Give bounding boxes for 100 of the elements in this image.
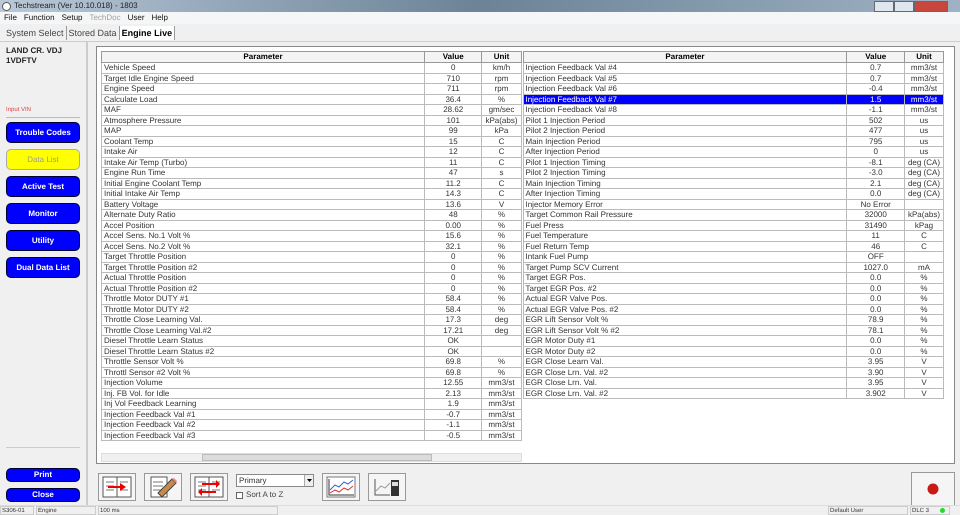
column-header[interactable]: Parameter [523,52,847,62]
table-row[interactable]: Vehicle Speed 0 km/h [102,62,521,73]
table-row[interactable]: Intank Fuel Pump OFF [523,252,944,262]
horizontal-scrollbar[interactable] [101,453,522,462]
column-header[interactable]: Unit [904,52,944,62]
table-row[interactable]: Injection Volume 12.55 mm3/st [102,378,521,388]
sidebar-button[interactable]: Print [6,468,80,482]
sidebar-button[interactable]: Active Test [6,176,80,197]
sidebar-button[interactable]: Monitor [6,203,80,224]
table-row[interactable]: Actual EGR Valve Pos. #2 0.0 % [523,304,944,314]
table-row[interactable]: Fuel Press 31490 kPag [523,220,944,230]
edit-list-button[interactable] [144,473,182,501]
swap-items-button[interactable] [190,473,228,501]
menu-item[interactable]: File [4,12,17,24]
table-row[interactable]: Intake Air Temp (Turbo) 11 C [102,157,521,168]
table-row[interactable]: Injection Feedback Val #1 -0.7 mm3/st [102,409,521,420]
table-row[interactable]: EGR Close Lrn. Val. 3.95 V [523,378,944,388]
menu-item[interactable]: Function [24,12,55,24]
table-row[interactable]: Initial Engine Coolant Temp 11.2 C [102,178,521,188]
table-row[interactable]: Engine Speed 711 rpm [102,84,521,94]
move-item-button[interactable] [98,473,136,501]
table-row[interactable]: Throttl Sensor #2 Volt % 69.8 % [102,367,521,378]
table-row[interactable]: Initial Intake Air Temp 14.3 C [102,188,521,199]
table-row[interactable]: Target Idle Engine Speed 710 rpm [102,73,521,84]
sidebar-button[interactable]: Trouble Codes [6,122,80,143]
close-icon[interactable] [914,0,948,12]
table-row[interactable]: Injection Feedback Val #3 -0.5 mm3/st [102,430,521,440]
table-row[interactable]: Target EGR Pos. #2 0.0 % [523,283,944,294]
table-row[interactable]: EGR Close Learn Val. 3.95 V [523,356,944,367]
table-row[interactable]: EGR Lift Sensor Volt % 78.9 % [523,314,944,325]
table-row[interactable]: Throttle Sensor Volt % 69.8 % [102,356,521,367]
record-button[interactable] [911,472,955,506]
tab[interactable]: Engine Live [120,26,176,40]
table-row[interactable]: Target Throttle Position #2 0 % [102,262,521,272]
table-row[interactable]: Throttle Motor DUTY #2 58.4 % [102,304,521,314]
table-row[interactable]: Accel Sens. No.2 Volt % 32.1 % [102,241,521,252]
fuel-graph-button[interactable] [368,473,406,501]
sidebar-button[interactable]: Close [6,488,80,502]
table-row[interactable]: Engine Run Time 47 s [102,168,521,178]
sidebar-button[interactable]: Utility [6,230,80,251]
maximize-icon[interactable] [894,0,914,12]
table-row[interactable]: Atmosphere Pressure 101 kPa(abs) [102,115,521,126]
table-row[interactable]: Diesel Throttle Learn Status #2 OK [102,346,521,356]
sidebar-button[interactable]: Dual Data List [6,257,80,278]
table-row[interactable]: Pilot 2 Injection Timing -3.0 deg (CA) [523,168,944,178]
table-row[interactable]: Accel Position 0.00 % [102,220,521,230]
table-row[interactable]: Injection Feedback Val #6 -0.4 mm3/st [523,84,944,94]
table-row[interactable]: Alternate Duty Ratio 48 % [102,210,521,220]
table-row[interactable]: EGR Close Lrn. Val. #2 3.902 V [523,388,944,398]
table-row[interactable]: Throttle Close Learning Val.#2 17.21 deg [102,325,521,336]
column-header[interactable]: Value [424,52,482,62]
table-row[interactable]: Diesel Throttle Learn Status OK [102,336,521,346]
tab[interactable]: System Select [4,26,67,40]
table-row[interactable]: MAF 28.62 gm/sec [102,104,521,115]
table-row[interactable]: EGR Lift Sensor Volt % #2 78.1 % [523,325,944,336]
table-row[interactable]: Target Throttle Position 0 % [102,252,521,262]
menu-item[interactable]: User [128,12,144,24]
menu-item[interactable]: Help [152,12,168,24]
table-row[interactable]: EGR Motor Duty #1 0.0 % [523,336,944,346]
table-row[interactable]: After Injection Timing 0.0 deg (CA) [523,188,944,199]
caret-icon[interactable] [304,475,313,486]
table-row[interactable]: Main Injection Timing 2.1 deg (CA) [523,178,944,188]
table-row[interactable]: After Injection Period 0 us [523,146,944,157]
table-row[interactable]: Target Pump SCV Current 1027.0 mA [523,262,944,272]
table-row[interactable]: Calculate Load 36.4 % [102,94,521,104]
table-row[interactable]: Coolant Temp 15 C [102,136,521,146]
menu-item[interactable]: Setup [62,12,82,24]
graph-button[interactable] [322,473,360,501]
table-row[interactable]: Injector Memory Error No Error [523,199,944,210]
table-row[interactable]: Fuel Return Temp 46 C [523,241,944,252]
column-header[interactable]: Unit [482,52,521,62]
table-row[interactable]: EGR Close Lrn. Val. #2 3.90 V [523,367,944,378]
table-row[interactable]: Injection Feedback Val #4 0.7 mm3/st [523,62,944,73]
table-row[interactable]: Accel Sens. No.1 Volt % 15.6 % [102,230,521,241]
scrollbar-thumb[interactable] [202,454,432,461]
table-row[interactable]: Main Injection Period 795 us [523,136,944,146]
table-row[interactable]: Pilot 1 Injection Timing -8.1 deg (CA) [523,157,944,168]
table-row[interactable]: Injection Feedback Val #5 0.7 mm3/st [523,73,944,84]
table-row[interactable]: Actual Throttle Position 0 % [102,272,521,283]
table-row[interactable]: Throttle Close Learning Val. 17.3 deg [102,314,521,325]
table-row[interactable]: Inj Vol Feedback Learning 1.9 mm3/st [102,398,521,409]
table-row[interactable]: Actual Throttle Position #2 0 % [102,283,521,294]
table-row[interactable]: Fuel Temperature 11 C [523,230,944,241]
table-row[interactable]: Intake Air 12 C [102,146,521,157]
column-header[interactable]: Value [846,52,904,62]
table-row[interactable]: Injection Feedback Val #8 -1.1 mm3/st [523,104,944,115]
table-row[interactable]: Actual EGR Valve Pos. 0.0 % [523,294,944,304]
table-row[interactable]: Injection Feedback Val #7 1.5 mm3/st [523,94,944,104]
column-header[interactable]: Parameter [102,52,424,62]
table-row[interactable]: Pilot 1 Injection Period 502 us [523,115,944,126]
minimize-icon[interactable] [874,0,894,12]
table-row[interactable]: Target EGR Pos. 0.0 % [523,272,944,283]
table-row[interactable]: MAP 99 kPa [102,126,521,136]
table-row[interactable]: Inj. FB Vol. for Idle 2.13 mm3/st [102,388,521,398]
table-row[interactable]: EGR Motor Duty #2 0.0 % [523,346,944,356]
table-row[interactable]: Injection Feedback Val #2 -1.1 mm3/st [102,420,521,430]
table-row[interactable]: Pilot 2 Injection Period 477 us [523,126,944,136]
table-row[interactable]: Battery Voltage 13.6 V [102,199,521,210]
table-row[interactable]: Target Common Rail Pressure 32000 kPa(abs) [523,210,944,220]
sort-checkbox[interactable]: Sort A to Z [236,490,314,500]
